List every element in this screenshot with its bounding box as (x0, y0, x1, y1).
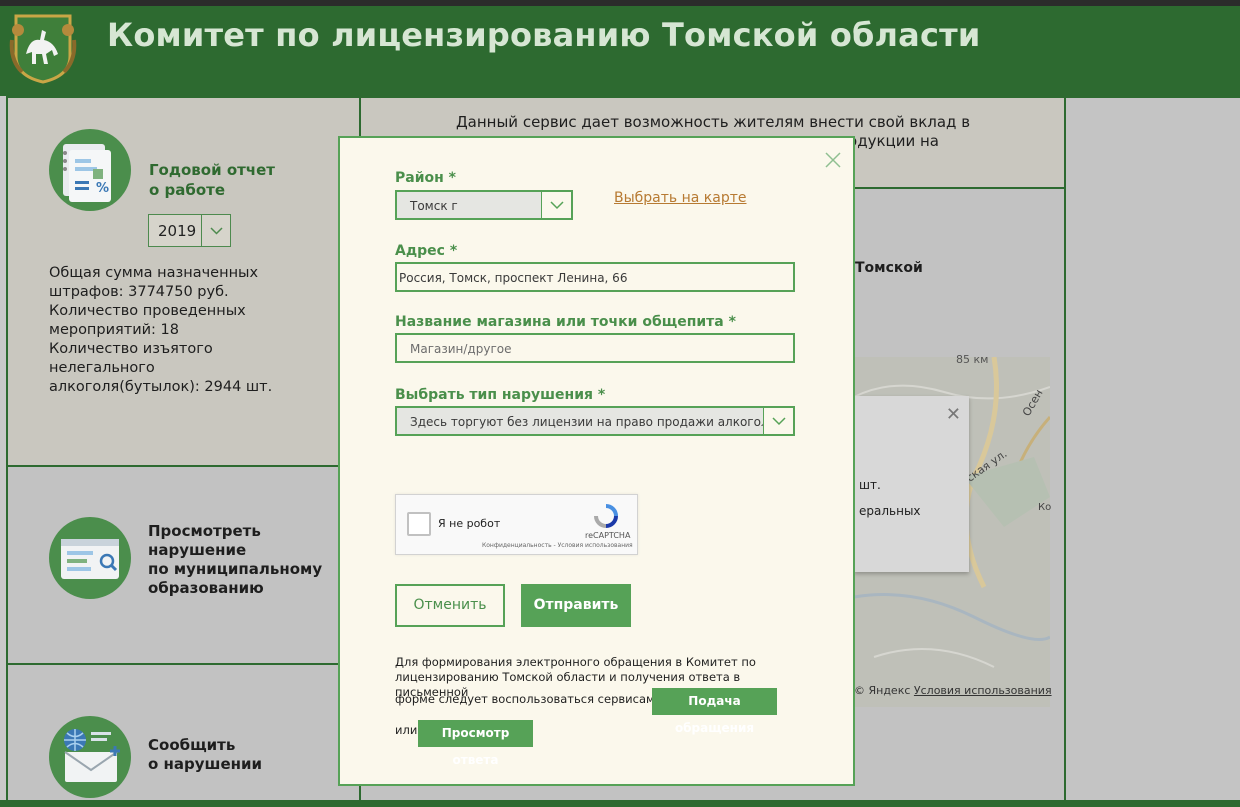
view-violation-line: по муниципальному (148, 560, 323, 578)
violation-type-label: Выбрать тип нарушения * (395, 387, 606, 403)
close-icon[interactable]: ✕ (946, 404, 961, 425)
map-balloon: ✕ шт. еральных (854, 396, 969, 572)
close-icon[interactable] (823, 150, 843, 170)
site-header: Комитет по лицензированию Томской област… (0, 0, 1240, 96)
select-on-map-link[interactable]: Выбрать на карте (614, 190, 747, 206)
svg-text:%: % (96, 181, 109, 196)
shop-name-placeholder: Магазин/другое (410, 342, 512, 356)
view-violation-line: Просмотреть (148, 522, 261, 540)
district-select[interactable]: Томск г (395, 190, 573, 220)
chevron-down-icon[interactable] (763, 408, 793, 434)
chevron-down-icon[interactable] (201, 215, 230, 246)
stat-line: нелегального (49, 360, 155, 376)
view-violation-line: образованию (148, 579, 264, 597)
stat-line: мероприятий: 18 (49, 322, 180, 338)
intro-line: Данный сервис дает возможность жителям в… (455, 113, 971, 131)
recaptcha-label: Я не робот (438, 517, 501, 530)
map-heading-fragment: Томской (855, 260, 923, 276)
stat-line: Количество проведенных (49, 303, 246, 319)
violation-type-select[interactable]: Здесь торгуют без лицензии на право прод… (395, 406, 795, 436)
cancel-button[interactable]: Отменить (395, 584, 505, 627)
map-distance-label: 85 км (956, 353, 989, 366)
report-violation-line: о нарушении (148, 755, 263, 773)
info-line: Для формирования электронного обращения … (395, 655, 756, 669)
view-answer-button[interactable]: Просмотр ответа (418, 720, 533, 767)
address-value: Россия, Томск, проспект Ленина, 66 (399, 271, 628, 285)
year-value: 2019 (158, 222, 197, 240)
district-label: Район * (395, 170, 457, 186)
stat-line: Общая сумма назначенных (49, 265, 259, 281)
district-value: Томск г (410, 199, 458, 213)
view-violation-line: нарушение (148, 541, 247, 559)
view-violation-link[interactable]: Просмотреть нарушение по муниципальному … (148, 522, 322, 598)
map-copyright: © Яндекс Условия использования (854, 684, 1052, 697)
shop-name-input[interactable]: Магазин/другое (395, 333, 795, 363)
stat-line: алкоголя(бутылок): 2944 шт. (49, 379, 273, 395)
recaptcha-checkbox[interactable] (407, 512, 431, 536)
report-icon: % (49, 129, 131, 211)
annual-stats: Общая сумма назначенных штрафов: 3774750… (49, 264, 304, 397)
chevron-down-icon[interactable] (541, 192, 571, 218)
annual-report-title[interactable]: Годовой отчет о работе (149, 160, 309, 200)
shop-name-label: Название магазина или точки общепита * (395, 314, 736, 330)
address-label: Адрес * (395, 243, 458, 259)
recaptcha-widget: Я не робот reCAPTCHA Конфиденциальность … (395, 494, 638, 555)
stat-line: штрафов: 3774750 руб. (49, 284, 229, 300)
map-copyright-text: © Яндекс (854, 684, 911, 697)
monitor-chart-icon (49, 517, 131, 599)
stat-line: Количество изъятого (49, 341, 213, 357)
violation-type-value: Здесь торгуют без лицензии на право прод… (410, 415, 781, 429)
report-violation-line: Сообщить (148, 736, 236, 754)
footer-bar (0, 800, 1240, 807)
annual-report-title-line1: Годовой отчет (149, 161, 275, 179)
address-input[interactable]: Россия, Томск, проспект Ленина, 66 (395, 262, 795, 292)
send-button[interactable]: Отправить (521, 584, 631, 627)
right-panel (1064, 96, 1240, 807)
coat-of-arms-icon (9, 14, 77, 84)
info-line: форме следует воспользоваться сервисами: (395, 692, 667, 706)
recaptcha-brand: reCAPTCHA (585, 531, 631, 540)
map-balloon-text: шт. (859, 478, 881, 492)
map-place-label: Ко (1038, 502, 1052, 513)
or-label: или (395, 723, 418, 737)
recaptcha-logo-icon (594, 504, 618, 528)
submit-appeal-button[interactable]: Подача обращения (652, 688, 777, 735)
site-title: Комитет по лицензированию Томской област… (107, 16, 981, 54)
year-select[interactable]: 2019 (148, 214, 231, 247)
map-balloon-text: еральных (859, 504, 921, 518)
recaptcha-privacy-terms[interactable]: Конфиденциальность - Условия использован… (482, 542, 633, 549)
annual-report-title-line2: о работе (149, 181, 226, 199)
map-terms-link[interactable]: Условия использования (914, 684, 1052, 697)
report-violation-link[interactable]: Сообщить о нарушении (148, 736, 262, 774)
mail-globe-icon (49, 716, 131, 798)
